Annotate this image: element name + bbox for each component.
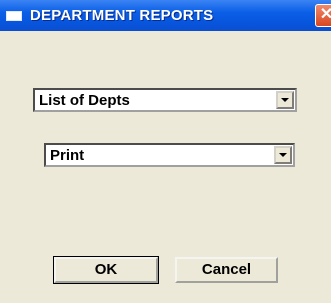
- chevron-down-icon[interactable]: [276, 91, 294, 109]
- output-destination-value: Print: [50, 147, 85, 164]
- report-type-dropdown[interactable]: List of Depts: [33, 88, 297, 112]
- report-type-value: List of Depts: [39, 92, 130, 109]
- ok-button[interactable]: OK: [53, 256, 159, 284]
- window-title: DEPARTMENT REPORTS: [30, 7, 214, 24]
- chevron-down-icon[interactable]: [274, 146, 292, 164]
- close-button[interactable]: ✕: [315, 4, 331, 27]
- output-destination-dropdown[interactable]: Print: [44, 143, 295, 167]
- title-bar[interactable]: DEPARTMENT REPORTS ✕: [0, 0, 331, 31]
- cancel-button[interactable]: Cancel: [175, 257, 278, 283]
- dialog-body: List of Depts Print OK Cancel: [0, 31, 331, 303]
- window-icon: [6, 11, 22, 21]
